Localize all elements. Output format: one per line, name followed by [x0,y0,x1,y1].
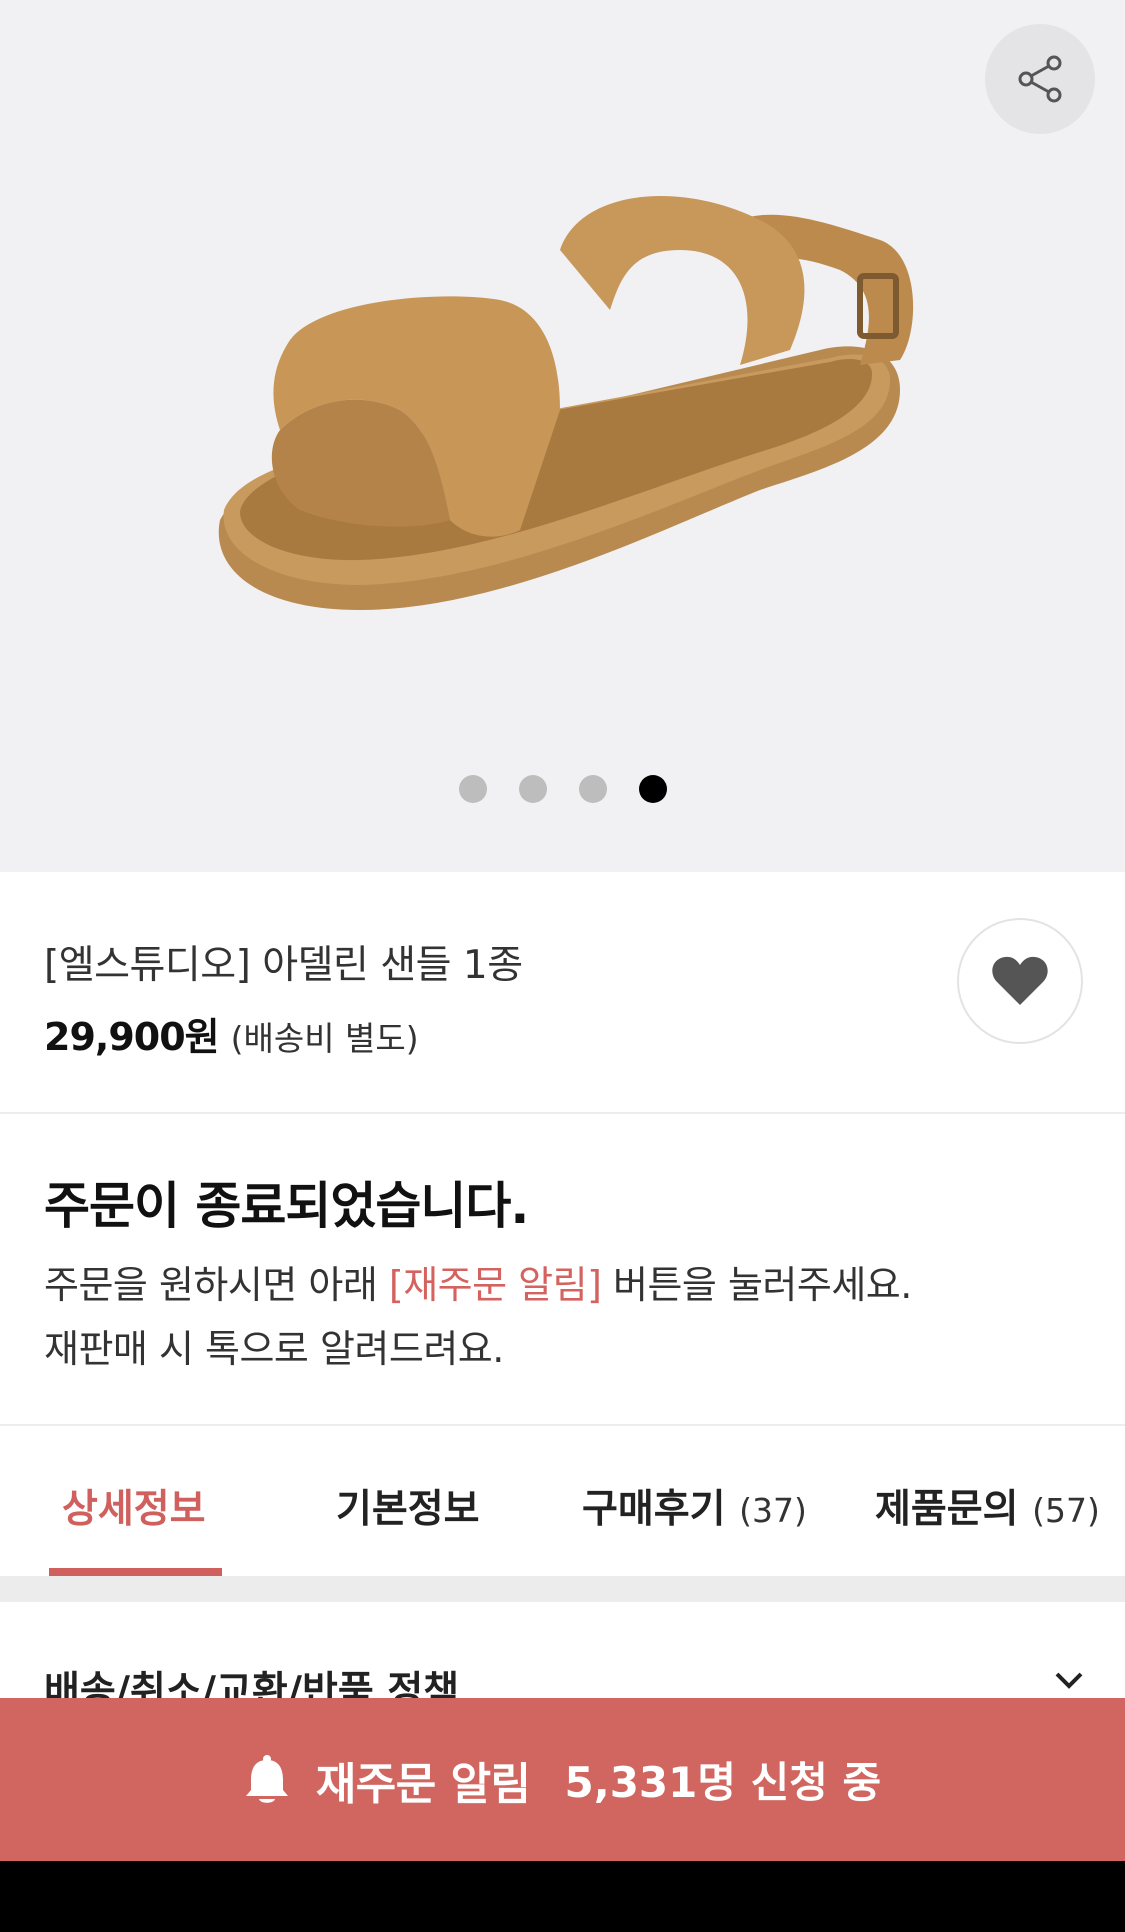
tab-label: 기본정보 [336,1487,480,1532]
pagination-dot[interactable] [578,775,607,803]
pagination-dot-active[interactable] [638,775,667,803]
product-info: [엘스튜디오] 아델린 샌들 1종 29,900원 (배송비 별도) [0,872,1125,1114]
notice-highlight: [재주문 알림] [388,1263,602,1307]
heart-icon [992,956,1048,1005]
favorite-button[interactable] [957,918,1083,1044]
tab-detail-info[interactable]: 상세정보 [62,1478,206,1534]
gallery-pagination [0,775,1125,803]
tab-inquiries[interactable]: 제품문의 (57) [875,1478,1100,1534]
notice-text: 주문을 원하시면 아래 [44,1263,389,1307]
tab-label: 제품문의 [875,1487,1019,1532]
product-image [218,196,914,610]
detail-tabs: 상세정보 기본정보 구매후기 (37) 제품문의 (57) [0,1426,1125,1576]
product-gallery[interactable] [0,0,1125,872]
restock-alert-button[interactable]: 재주문 알림 5,331명 신청 중 [0,1698,1125,1861]
order-closed-notice: 주문이 종료되었습니다. 주문을 원하시면 아래 [재주문 알림] 버튼을 눌러… [0,1114,1125,1426]
notice-heading: 주문이 종료되었습니다. [44,1177,529,1235]
chevron-down-icon [1055,1672,1083,1689]
pagination-dot[interactable] [518,775,547,803]
product-price: 29,900원 [44,1015,220,1059]
tab-label: 상세정보 [62,1487,206,1532]
tab-count: (57) [1032,1491,1100,1530]
pagination-dot[interactable] [458,775,487,803]
restock-alert-label: 재주문 알림 [315,1758,531,1810]
system-navigation-bar [0,1861,1125,1932]
bell-icon [245,1754,288,1803]
notice-text: 버튼을 눌러주세요. [601,1263,912,1307]
tab-basic-info[interactable]: 기본정보 [336,1478,480,1534]
price-row: 29,900원 (배송비 별도) [44,1006,419,1061]
tab-reviews[interactable]: 구매후기 (37) [582,1478,807,1534]
product-title: [엘스튜디오] 아델린 샌들 1종 [44,943,523,988]
tab-label: 구매후기 [582,1487,726,1532]
section-divider [0,1576,1125,1602]
share-button[interactable] [985,24,1095,134]
notice-line-1: 주문을 원하시면 아래 [재주문 알림] 버튼을 눌러주세요. [44,1254,912,1309]
tab-count: (37) [739,1491,807,1530]
notice-line-2: 재판매 시 톡으로 알려드려요. [44,1327,504,1371]
share-icon [1018,55,1062,103]
restock-alert-count: 5,331명 신청 중 [564,1758,882,1807]
shipping-note: (배송비 별도) [230,1019,419,1058]
active-tab-indicator [49,1568,222,1576]
